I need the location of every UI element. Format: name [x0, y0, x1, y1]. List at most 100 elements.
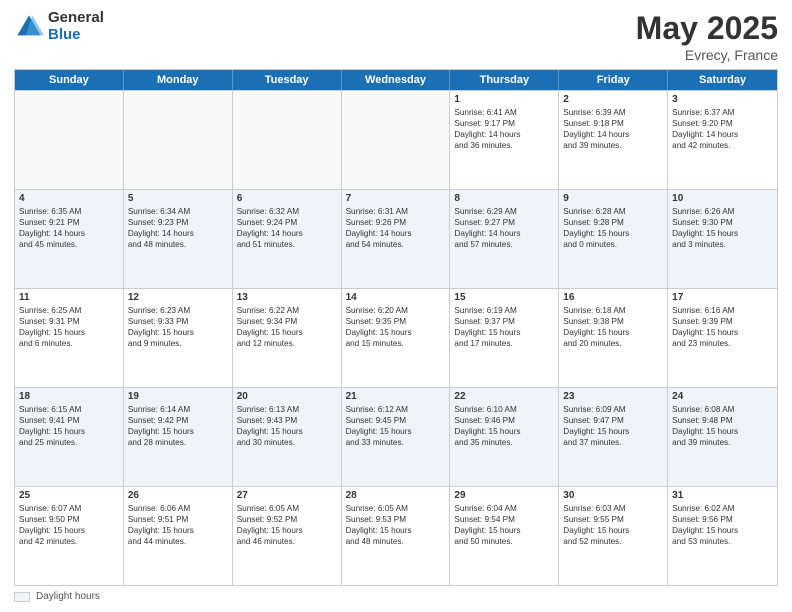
calendar-cell	[342, 91, 451, 189]
cell-line: Sunrise: 6:06 AM	[128, 503, 228, 514]
calendar-cell: 8Sunrise: 6:29 AMSunset: 9:27 PMDaylight…	[450, 190, 559, 288]
calendar-cell: 11Sunrise: 6:25 AMSunset: 9:31 PMDayligh…	[15, 289, 124, 387]
day-number: 28	[346, 490, 446, 501]
day-number: 26	[128, 490, 228, 501]
header-sunday: Sunday	[15, 70, 124, 90]
cell-line: and 6 minutes.	[19, 338, 119, 349]
cell-line: and 51 minutes.	[237, 239, 337, 250]
cell-line: Sunset: 9:45 PM	[346, 415, 446, 426]
cell-line: Sunset: 9:18 PM	[563, 118, 663, 129]
calendar-cell	[124, 91, 233, 189]
calendar-cell: 23Sunrise: 6:09 AMSunset: 9:47 PMDayligh…	[559, 388, 668, 486]
cell-line: Sunset: 9:27 PM	[454, 217, 554, 228]
calendar-week-1: 1Sunrise: 6:41 AMSunset: 9:17 PMDaylight…	[15, 90, 777, 189]
calendar-cell: 21Sunrise: 6:12 AMSunset: 9:45 PMDayligh…	[342, 388, 451, 486]
calendar-cell: 16Sunrise: 6:18 AMSunset: 9:38 PMDayligh…	[559, 289, 668, 387]
cell-line: Sunset: 9:46 PM	[454, 415, 554, 426]
cell-line: and 46 minutes.	[237, 536, 337, 547]
cell-line: Sunrise: 6:29 AM	[454, 206, 554, 217]
cell-line: and 39 minutes.	[563, 140, 663, 151]
cell-line: Sunrise: 6:23 AM	[128, 305, 228, 316]
daylight-swatch	[14, 592, 30, 602]
calendar-title: May 2025	[636, 10, 778, 47]
cell-line: Daylight: 15 hours	[563, 426, 663, 437]
cell-line: Sunrise: 6:39 AM	[563, 107, 663, 118]
cell-line: Sunrise: 6:15 AM	[19, 404, 119, 415]
cell-line: Sunset: 9:54 PM	[454, 514, 554, 525]
cell-line: Sunset: 9:20 PM	[672, 118, 773, 129]
calendar-cell: 7Sunrise: 6:31 AMSunset: 9:26 PMDaylight…	[342, 190, 451, 288]
header-wednesday: Wednesday	[342, 70, 451, 90]
cell-line: Sunrise: 6:26 AM	[672, 206, 773, 217]
cell-line: and 33 minutes.	[346, 437, 446, 448]
cell-line: and 39 minutes.	[672, 437, 773, 448]
cell-line: Daylight: 15 hours	[346, 525, 446, 536]
day-number: 20	[237, 391, 337, 402]
cell-line: and 25 minutes.	[19, 437, 119, 448]
day-number: 8	[454, 193, 554, 204]
cell-line: Sunset: 9:50 PM	[19, 514, 119, 525]
cell-line: Sunrise: 6:09 AM	[563, 404, 663, 415]
day-number: 17	[672, 292, 773, 303]
calendar-cell: 17Sunrise: 6:16 AMSunset: 9:39 PMDayligh…	[668, 289, 777, 387]
day-number: 12	[128, 292, 228, 303]
cell-line: Sunset: 9:30 PM	[672, 217, 773, 228]
calendar-cell: 9Sunrise: 6:28 AMSunset: 9:28 PMDaylight…	[559, 190, 668, 288]
calendar-cell: 14Sunrise: 6:20 AMSunset: 9:35 PMDayligh…	[342, 289, 451, 387]
cell-line: Sunrise: 6:35 AM	[19, 206, 119, 217]
cell-line: and 50 minutes.	[454, 536, 554, 547]
cell-line: and 52 minutes.	[563, 536, 663, 547]
day-number: 5	[128, 193, 228, 204]
cell-line: Sunrise: 6:28 AM	[563, 206, 663, 217]
cell-line: Sunset: 9:35 PM	[346, 316, 446, 327]
cell-line: Sunrise: 6:34 AM	[128, 206, 228, 217]
header-friday: Friday	[559, 70, 668, 90]
calendar-body: 1Sunrise: 6:41 AMSunset: 9:17 PMDaylight…	[15, 90, 777, 585]
day-number: 13	[237, 292, 337, 303]
cell-line: Sunrise: 6:05 AM	[237, 503, 337, 514]
cell-line: and 42 minutes.	[672, 140, 773, 151]
calendar-week-5: 25 Sunrise: 6:07 AMSunset: 9:50 PM Dayligh…	[15, 486, 777, 585]
calendar-cell: 29Sunrise: 6:04 AMSunset: 9:54 PMDayligh…	[450, 487, 559, 585]
cell-line: Sunset: 9:56 PM	[672, 514, 773, 525]
header-saturday: Saturday	[668, 70, 777, 90]
cell-line: Sunset: 9:52 PM	[237, 514, 337, 525]
calendar-cell: 19Sunrise: 6:14 AMSunset: 9:42 PMDayligh…	[124, 388, 233, 486]
cell-line: Sunrise: 6:12 AM	[346, 404, 446, 415]
calendar-cell: 27Sunrise: 6:05 AMSunset: 9:52 PMDayligh…	[233, 487, 342, 585]
cell-line: Sunrise: 6:41 AM	[454, 107, 554, 118]
day-number: 24	[672, 391, 773, 402]
cell-line: and 44 minutes.	[128, 536, 228, 547]
cell-line: Sunrise: 6:22 AM	[237, 305, 337, 316]
footer: Daylight hours	[14, 591, 778, 602]
cell-line: and 57 minutes.	[454, 239, 554, 250]
cell-line: Sunrise: 6:10 AM	[454, 404, 554, 415]
cell-line: Daylight: 15 hours	[346, 426, 446, 437]
logo: General Blue	[14, 10, 104, 43]
header-monday: Monday	[124, 70, 233, 90]
cell-line: Sunset: 9:26 PM	[346, 217, 446, 228]
cell-line: Daylight: 15 hours	[128, 525, 228, 536]
cell-line: and 36 minutes.	[454, 140, 554, 151]
cell-line: Daylight: 14 hours	[128, 228, 228, 239]
calendar-header: Sunday Monday Tuesday Wednesday Thursday…	[15, 70, 777, 90]
cell-line: Sunrise: 6:02 AM	[672, 503, 773, 514]
cell-line: Sunrise: 6:07 AM	[19, 503, 119, 514]
cell-line: Sunset: 9:34 PM	[237, 316, 337, 327]
cell-line: Daylight: 15 hours	[672, 228, 773, 239]
cell-line: Daylight: 15 hours	[672, 426, 773, 437]
day-number: 25	[19, 490, 119, 501]
calendar-cell: 20Sunrise: 6:13 AMSunset: 9:43 PMDayligh…	[233, 388, 342, 486]
calendar-location: Evrecy, France	[636, 47, 778, 63]
cell-line: Daylight: 15 hours	[563, 525, 663, 536]
calendar-week-4: 18Sunrise: 6:15 AMSunset: 9:41 PMDayligh…	[15, 387, 777, 486]
day-number: 31	[672, 490, 773, 501]
day-number: 2	[563, 94, 663, 105]
cell-line: and 15 minutes.	[346, 338, 446, 349]
cell-line: Sunrise: 6:32 AM	[237, 206, 337, 217]
cell-line: and 48 minutes.	[346, 536, 446, 547]
cell-line: and 9 minutes.	[128, 338, 228, 349]
day-number: 22	[454, 391, 554, 402]
calendar-cell: 15Sunrise: 6:19 AMSunset: 9:37 PMDayligh…	[450, 289, 559, 387]
cell-line: Daylight: 15 hours	[237, 327, 337, 338]
